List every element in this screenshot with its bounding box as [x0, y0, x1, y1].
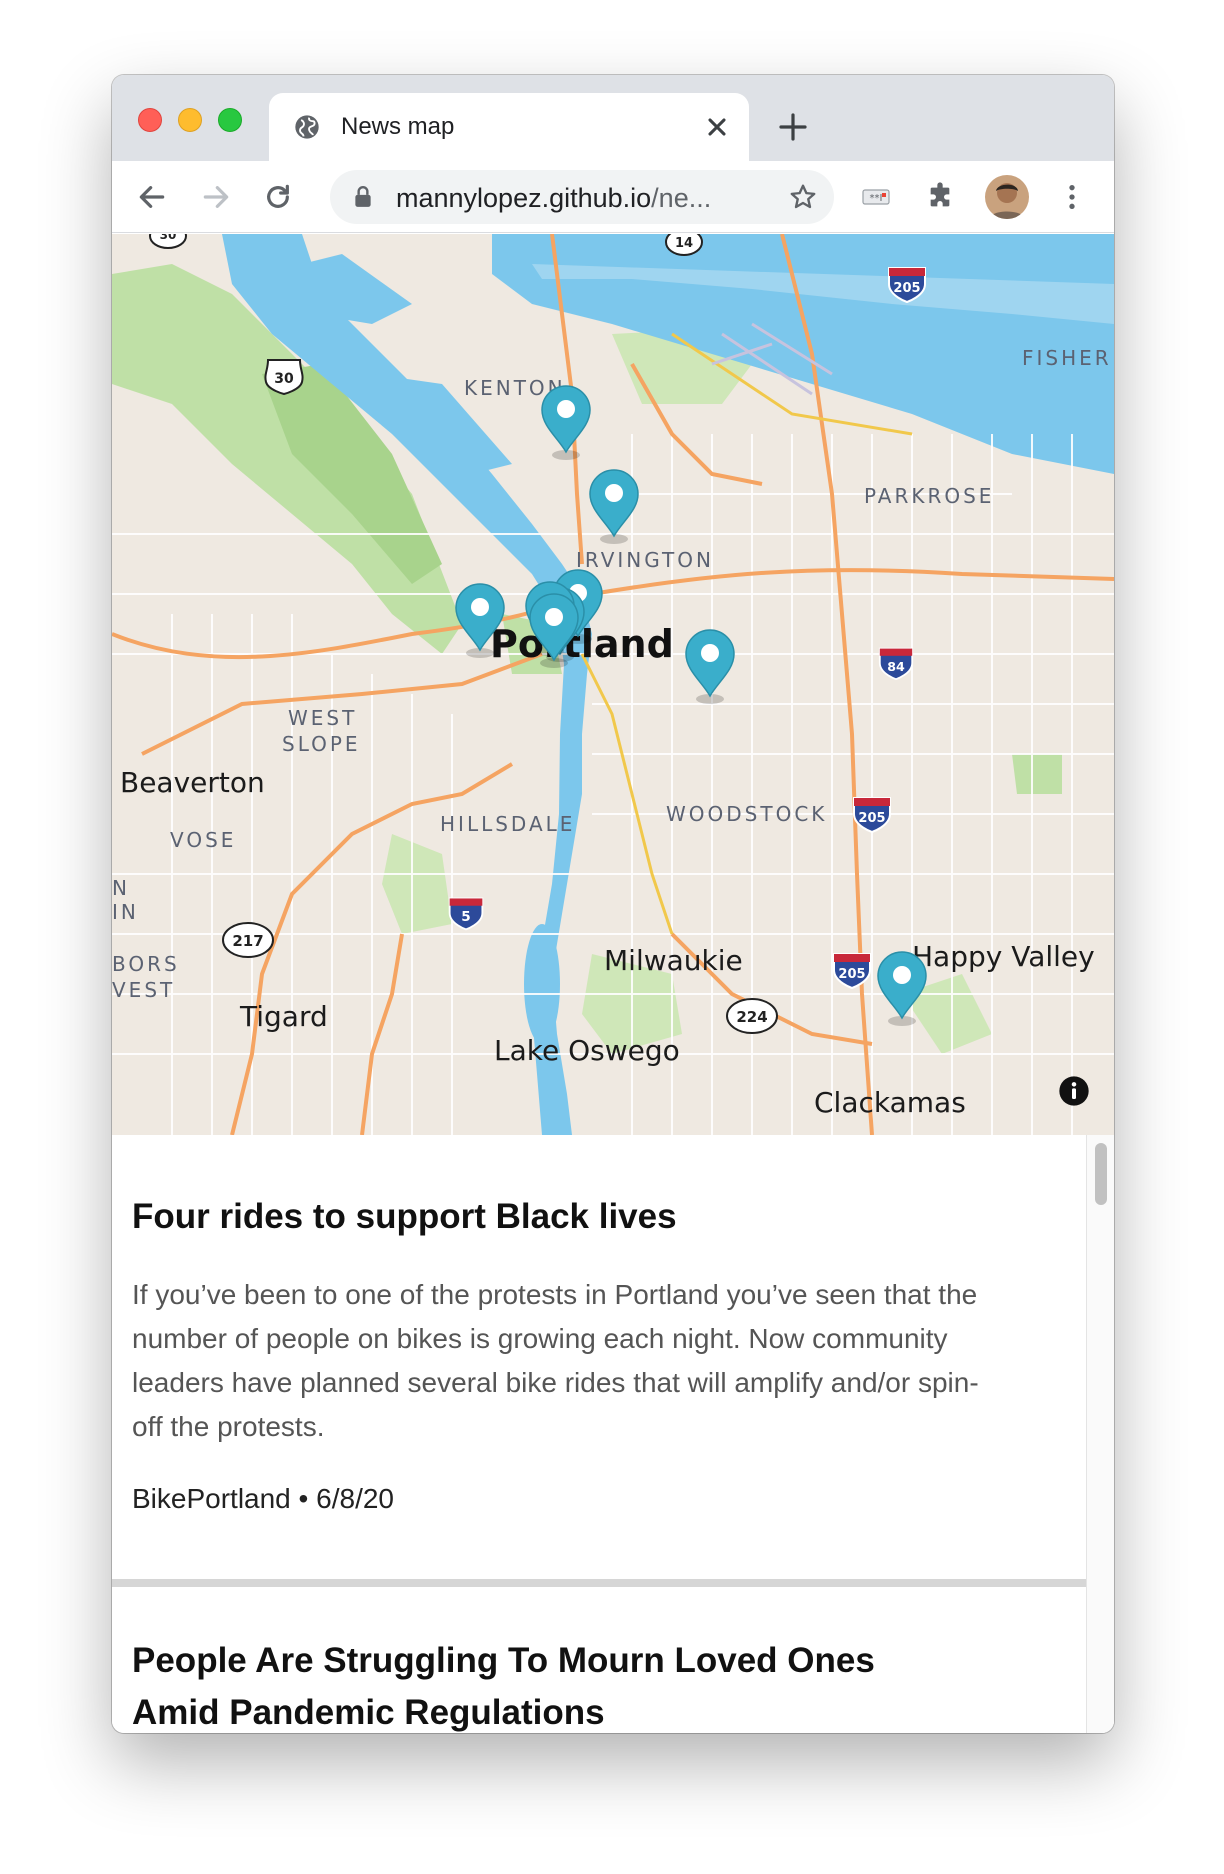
map-label-edge-in: IN: [112, 900, 139, 924]
map-label-woodstock: WOODSTOCK: [666, 802, 828, 826]
us-30-shield: 30: [264, 359, 304, 396]
forward-icon[interactable]: [200, 181, 232, 213]
profile-avatar[interactable]: [985, 175, 1029, 219]
map-marker-pin[interactable]: [526, 590, 582, 668]
route-14-shield: 14: [665, 234, 703, 256]
article-divider: [112, 1579, 1086, 1587]
map-label-vose: VOSE: [170, 828, 237, 852]
map-marker-pin[interactable]: [538, 382, 594, 460]
map-label-happy-valley: Happy Valley: [912, 940, 1095, 973]
article-title[interactable]: People Are Struggling To Mourn Loved One…: [132, 1635, 892, 1733]
close-tab-icon[interactable]: [703, 113, 731, 141]
svg-text:205: 205: [838, 967, 865, 982]
article-meta: BikePortland • 6/8/20: [132, 1483, 992, 1515]
map-label-edge-n: N: [112, 876, 130, 900]
address-bar[interactable]: mannylopez.github.io/ne...: [330, 170, 834, 224]
article-card[interactable]: People Are Struggling To Mourn Loved One…: [132, 1635, 892, 1733]
browser-window: News map mannylopez.github.io/ne... **I …: [112, 75, 1114, 1733]
interstate-84-shield: 84: [878, 647, 914, 681]
close-window-button[interactable]: [138, 108, 162, 132]
new-tab-icon[interactable]: [777, 111, 809, 143]
svg-text:224: 224: [736, 1008, 767, 1026]
reload-icon[interactable]: [262, 181, 294, 213]
interstate-5-shield: 5: [448, 897, 484, 931]
map-marker-pin[interactable]: [586, 466, 642, 544]
map-label-west-slope-2: SLOPE: [282, 732, 361, 756]
interstate-205-shield-top: 205: [888, 267, 926, 304]
article-date: 6/8/20: [316, 1483, 394, 1514]
route-217-shield: 217: [222, 922, 274, 958]
svg-text:5: 5: [461, 909, 470, 925]
tab-news-map[interactable]: News map: [269, 93, 749, 161]
scrollbar-thumb[interactable]: [1095, 1143, 1107, 1205]
map-label-beaverton: Beaverton: [120, 766, 265, 799]
meta-separator: •: [298, 1483, 309, 1514]
map-label-west-slope-1: WEST: [288, 706, 358, 730]
map-label-lake-oswego: Lake Oswego: [494, 1034, 680, 1067]
news-map[interactable]: 205 84 205 205 5 30 30 14 217 224 Portla…: [112, 234, 1114, 1135]
interstate-205-shield-mid: 205: [853, 797, 891, 834]
tab-strip: News map: [112, 75, 1114, 161]
map-marker-pin[interactable]: [874, 948, 930, 1026]
map-label-tigard: Tigard: [240, 1000, 328, 1033]
scrollbar[interactable]: [1086, 1135, 1114, 1733]
back-icon[interactable]: [136, 181, 168, 213]
svg-text:205: 205: [893, 281, 920, 296]
svg-text:**I: **I: [870, 193, 883, 204]
us-30-shield-top: 30: [149, 234, 187, 249]
minimize-window-button[interactable]: [178, 108, 202, 132]
map-label-milwaukie: Milwaukie: [604, 944, 743, 977]
map-info-icon[interactable]: [1058, 1075, 1090, 1107]
menu-dots-icon[interactable]: [1056, 181, 1088, 213]
url-domain: mannylopez.github.io: [396, 183, 652, 213]
article-summary: If you’ve been to one of the protests in…: [132, 1279, 979, 1442]
svg-text:30: 30: [160, 234, 177, 242]
map-marker-pin[interactable]: [452, 580, 508, 658]
url-text: mannylopez.github.io/ne...: [396, 183, 711, 214]
svg-text:30: 30: [274, 371, 294, 387]
avatar-image: [985, 175, 1029, 219]
tab-title: News map: [341, 113, 455, 140]
map-label-parkrose: PARKROSE: [864, 484, 995, 508]
svg-text:84: 84: [887, 659, 905, 674]
article-list: Four rides to support Black lives If you…: [112, 1135, 1114, 1733]
maximize-window-button[interactable]: [218, 108, 242, 132]
article-source: BikePortland: [132, 1483, 291, 1514]
route-224-shield: 224: [726, 998, 778, 1034]
lock-icon[interactable]: [352, 185, 374, 209]
article-card[interactable]: Four rides to support Black lives If you…: [132, 1191, 992, 1515]
map-label-vest: VEST: [112, 978, 176, 1002]
map-label-fisher: FISHER: [1022, 346, 1112, 370]
map-marker-pin[interactable]: [682, 626, 738, 704]
bookmark-star-icon[interactable]: [788, 182, 818, 212]
map-label-clackamas: Clackamas: [814, 1086, 966, 1119]
extension-keyboard-icon[interactable]: **I: [860, 181, 892, 213]
map-label-hillsdale: HILLSDALE: [440, 812, 576, 836]
svg-text:205: 205: [858, 811, 885, 826]
extensions-puzzle-icon[interactable]: [924, 181, 956, 213]
interstate-205-shield-low: 205: [833, 953, 871, 990]
article-title[interactable]: Four rides to support Black lives: [132, 1191, 992, 1243]
map-label-bors: BORS: [112, 952, 180, 976]
url-path: /ne...: [651, 183, 712, 213]
globe-icon: [295, 115, 319, 139]
browser-toolbar: mannylopez.github.io/ne... **I: [112, 161, 1114, 233]
svg-text:14: 14: [675, 236, 693, 251]
svg-text:217: 217: [232, 932, 263, 950]
